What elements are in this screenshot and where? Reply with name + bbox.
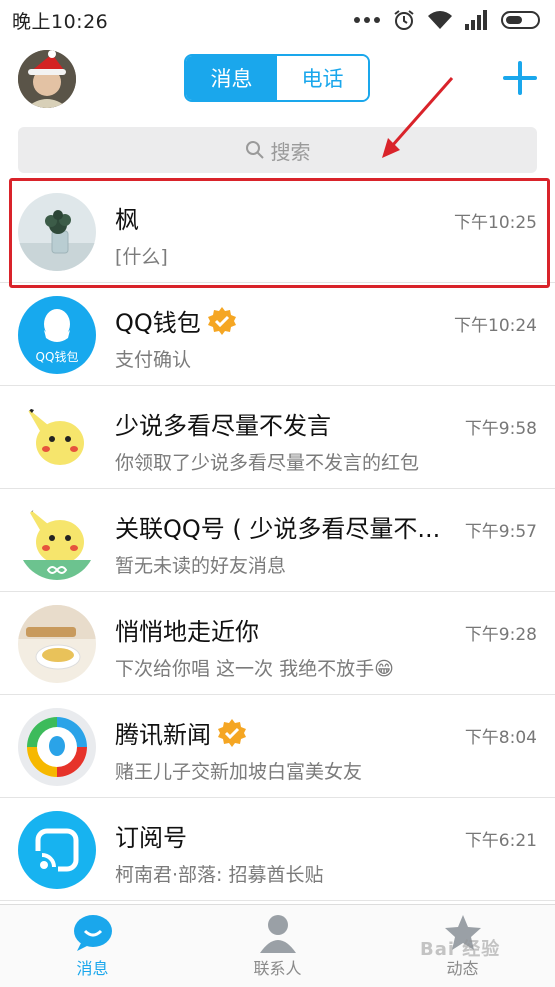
last-message: [什么] [115, 246, 168, 268]
message-call-switch: 消息 电话 [184, 54, 370, 102]
verified-badge-icon [218, 718, 246, 747]
conversation-row[interactable]: 腾讯新闻 赌王儿子交新加坡白富美女友 下午8:04 [0, 695, 555, 798]
message-time: 下午9:28 [464, 625, 537, 645]
my-avatar[interactable] [18, 50, 76, 108]
message-time: 下午10:25 [454, 213, 537, 233]
last-message: 暂无未读的好友消息 [115, 555, 287, 577]
message-time: 下午9:58 [464, 419, 537, 439]
header: 消息 电话 [0, 40, 555, 118]
status-time: 晚上10:26 [12, 10, 109, 33]
tab-calls[interactable]: 电话 [277, 56, 368, 100]
chat-bubble-icon [73, 915, 112, 951]
battery-icon [501, 11, 540, 29]
verified-badge-icon [207, 306, 236, 335]
signal-icon [465, 10, 487, 30]
contact-name: 枫 [115, 206, 139, 234]
last-message: 柯南君·部落: 招募酋长贴 [115, 864, 324, 886]
last-message: 下次给你唱 这一次 我绝不放手😁 [115, 658, 394, 680]
conversation-row[interactable]: 悄悄地走近你 下次给你唱 这一次 我绝不放手😁 下午9:28 [0, 592, 555, 695]
wifi-icon [428, 11, 452, 29]
contacts-person-icon [259, 915, 296, 953]
alarm-clock-icon [394, 10, 414, 30]
more-dots-icon [354, 17, 380, 23]
baidu-watermark: Bai 经验 [420, 939, 501, 960]
contact-name: 订阅号 [115, 824, 187, 852]
qq-wallet-avatar: QQ钱包 [18, 296, 96, 374]
message-time: 下午10:24 [454, 316, 537, 336]
contact-name: QQ钱包 [115, 303, 237, 338]
last-message: 赌王儿子交新加坡白富美女友 [115, 761, 363, 783]
tencent-news-avatar [18, 708, 96, 786]
pikachu-link-avatar [18, 502, 96, 580]
contact-name: 腾讯新闻 [115, 715, 247, 750]
contact-avatar [18, 193, 96, 271]
message-time: 下午6:21 [464, 831, 537, 851]
contact-name: 关联QQ号 ( 少说多看尽量不... [115, 515, 441, 543]
tab-messages-bottom[interactable]: 消息 [0, 905, 185, 987]
status-bar: 晚上10:26 [0, 0, 555, 40]
pikachu-avatar [18, 399, 96, 477]
qq-wallet-avatar-label: QQ钱包 [35, 350, 79, 364]
last-message: 支付确认 [115, 349, 192, 371]
tab-messages[interactable]: 消息 [186, 56, 277, 100]
conversation-row[interactable]: 关联QQ号 ( 少说多看尽量不... 暂无未读的好友消息 下午9:57 [0, 489, 555, 592]
message-time: 下午8:04 [464, 728, 537, 748]
tab-contacts-bottom[interactable]: 联系人 [185, 905, 370, 987]
tea-cup-avatar [18, 605, 96, 683]
conversation-row[interactable]: 枫 [什么] 下午10:25 [0, 180, 555, 283]
last-message: 你领取了少说多看尽量不发言的红包 [115, 452, 420, 474]
tab-label: 联系人 [253, 959, 302, 978]
status-icons [353, 9, 543, 31]
search-icon [245, 141, 264, 159]
message-time: 下午9:57 [464, 522, 537, 542]
conversation-row[interactable]: 少说多看尽量不发言 你领取了少说多看尽量不发言的红包 下午9:58 [0, 386, 555, 489]
add-plus-icon[interactable] [502, 60, 538, 96]
subscription-avatar [18, 811, 96, 889]
contact-name: 少说多看尽量不发言 [115, 412, 331, 440]
conversation-row[interactable]: 订阅号 柯南君·部落: 招募酋长贴 下午6:21 [0, 798, 555, 901]
conversation-row[interactable]: QQ钱包 QQ钱包 支付确认 下午10:24 [0, 283, 555, 386]
search-bar[interactable]: 搜索 [18, 127, 537, 173]
contact-name: 悄悄地走近你 [115, 618, 259, 646]
tab-label: 消息 [76, 959, 109, 978]
search-placeholder: 搜索 [270, 139, 311, 164]
